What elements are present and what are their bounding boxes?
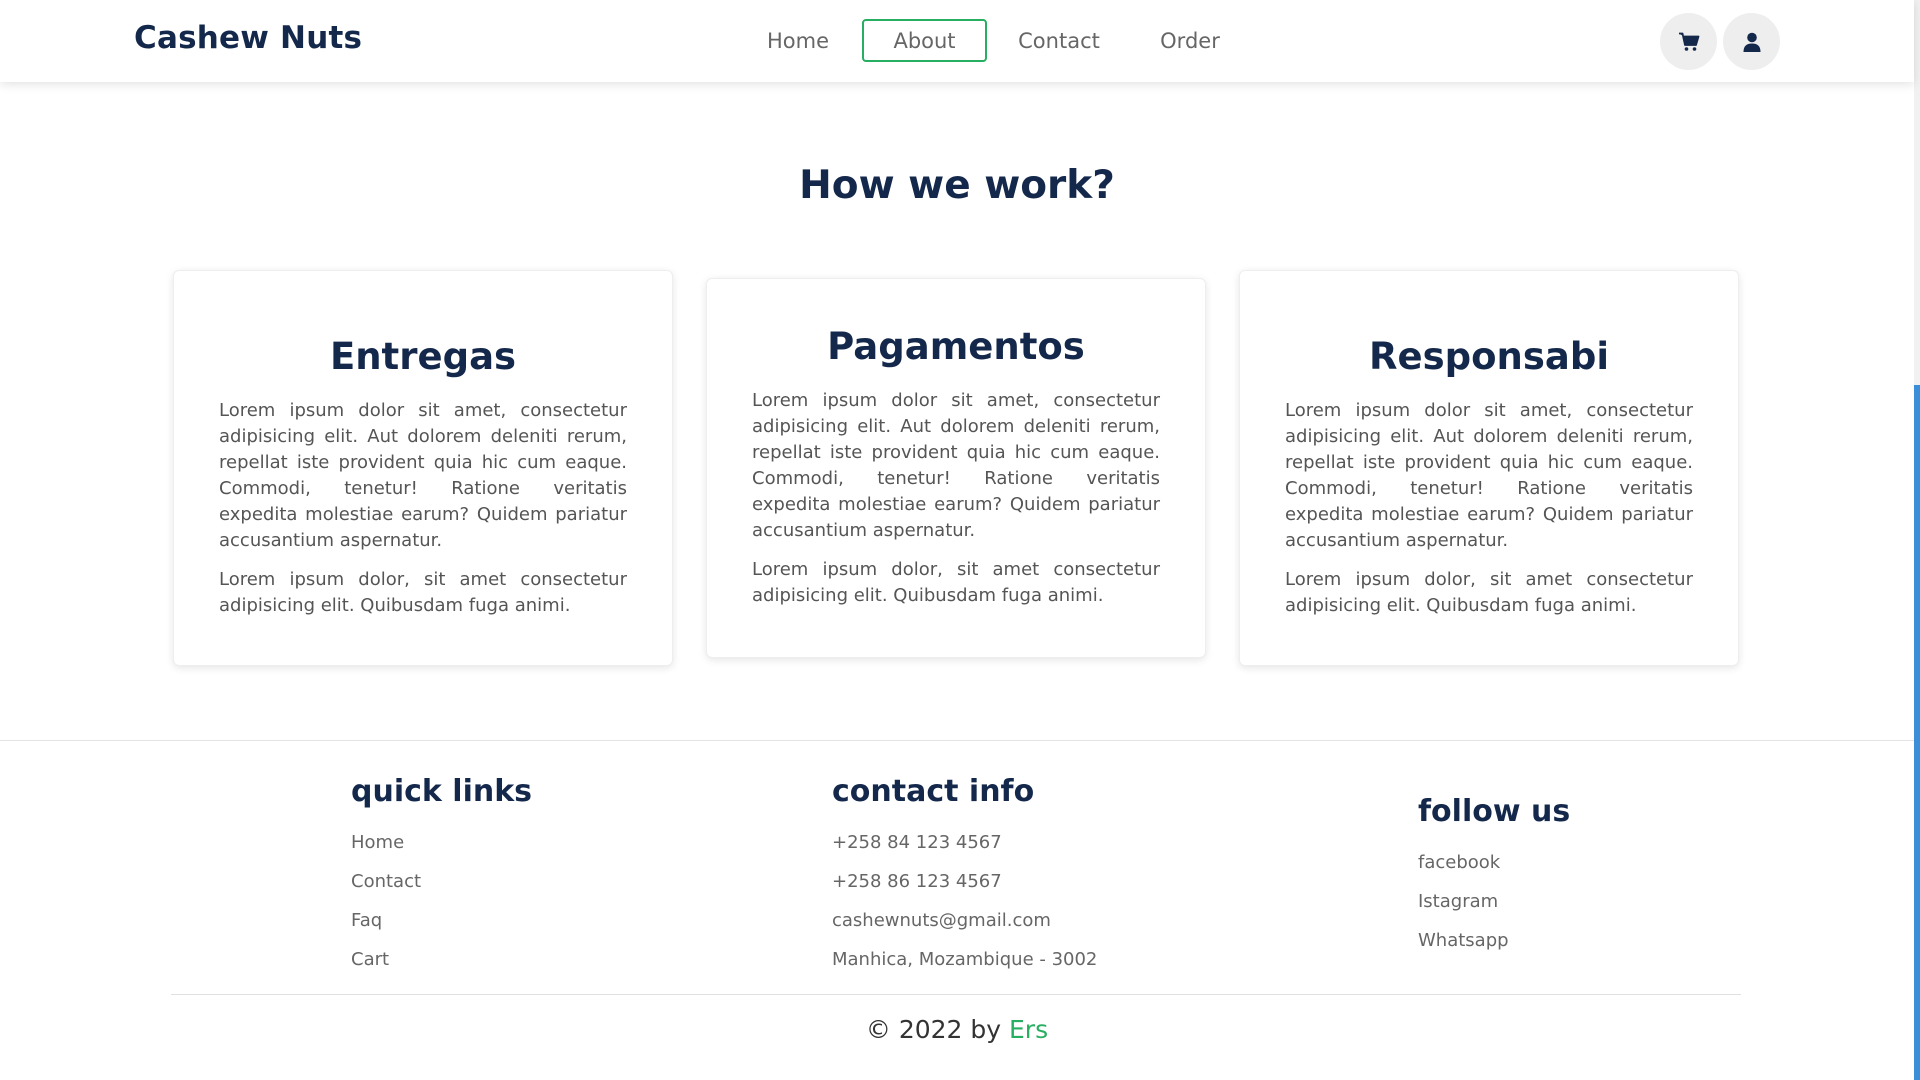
footer-link-whatsapp[interactable]: Whatsapp: [1418, 921, 1570, 960]
credit-text: © 2022 by: [865, 1015, 1002, 1044]
user-button[interactable]: [1723, 13, 1780, 70]
footer-address[interactable]: Manhica, Mozambique - 3002: [832, 940, 1097, 979]
footer-contact-info: contact info +258 84 123 4567 +258 86 12…: [832, 774, 1097, 979]
card-pagamentos: Pagamentos Lorem ipsum dolor sit amet, c…: [706, 278, 1206, 658]
cart-icon: [1678, 32, 1699, 51]
card-text: Lorem ipsum dolor sit amet, consectetur …: [219, 400, 627, 551]
nav-order[interactable]: Order: [1146, 19, 1234, 62]
card-text: Lorem ipsum dolor, sit amet consectetur …: [752, 559, 1160, 606]
footer-phone-1[interactable]: +258 84 123 4567: [832, 823, 1097, 862]
nav-about[interactable]: About: [862, 19, 987, 62]
footer-link-home[interactable]: Home: [351, 823, 532, 862]
user-icon: [1743, 32, 1760, 52]
scrollbar-thumb[interactable]: [1914, 385, 1920, 1080]
card-title: Pagamentos: [827, 325, 1085, 368]
card-title: Entregas: [329, 335, 517, 378]
nav-home[interactable]: Home: [750, 19, 846, 62]
card-text: Lorem ipsum dolor, sit amet consectetur …: [1285, 569, 1693, 616]
card-text: Lorem ipsum dolor sit amet, consectetur …: [752, 390, 1160, 541]
card-entregas: Entregas Lorem ipsum dolor sit amet, con…: [173, 270, 673, 666]
footer-divider: [171, 994, 1741, 995]
card-text: Lorem ipsum dolor, sit amet consectetur …: [219, 569, 627, 616]
cart-button[interactable]: [1660, 13, 1717, 70]
footer-link-contact[interactable]: Contact: [351, 862, 532, 901]
footer-email[interactable]: cashewnuts@gmail.com: [832, 901, 1097, 940]
credit-brand: Ers: [1009, 1015, 1049, 1044]
site-header: Cashew Nuts Home About Contact Order: [0, 0, 1914, 82]
footer-link-faq[interactable]: Faq: [351, 901, 532, 940]
footer-link-facebook[interactable]: facebook: [1418, 843, 1570, 882]
nav-contact[interactable]: Contact: [1003, 19, 1115, 62]
footer-top-border: [0, 740, 1914, 741]
card-text: Lorem ipsum dolor sit amet, consectetur …: [1285, 400, 1693, 551]
footer-credit: © 2022 by Ers: [0, 1015, 1914, 1044]
footer-heading: follow us: [1418, 794, 1571, 829]
footer-heading: contact info: [832, 774, 1035, 809]
card-responsabi: Responsabi Lorem ipsum dolor sit amet, c…: [1239, 270, 1739, 666]
section-title: How we work?: [799, 163, 1115, 208]
page-scrollbar[interactable]: [1914, 0, 1920, 1080]
footer-follow-us: follow us facebook Istagram Whatsapp: [1418, 794, 1570, 960]
footer-heading: quick links: [351, 774, 533, 809]
footer-link-cart[interactable]: Cart: [351, 940, 532, 979]
main-nav: Home About Contact Order: [0, 19, 1914, 63]
footer-quick-links: quick links Home Contact Faq Cart: [351, 774, 532, 979]
footer-phone-2[interactable]: +258 86 123 4567: [832, 862, 1097, 901]
footer-link-instagram[interactable]: Istagram: [1418, 882, 1570, 921]
card-title: Responsabi: [1368, 335, 1609, 378]
